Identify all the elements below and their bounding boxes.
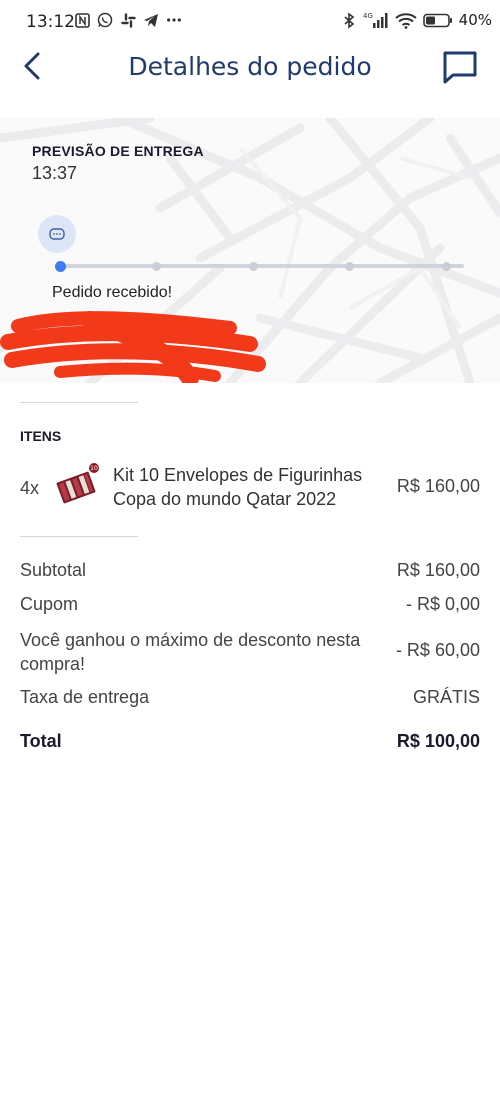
system-icons: 4G 40%	[341, 11, 492, 29]
discount-value: - R$ 60,00	[395, 640, 480, 660]
order-item: 4x 10 Kit 10 Envelopes de Figurinhas Cop…	[0, 458, 500, 518]
whatsapp-icon	[97, 12, 113, 28]
app-header: Detalhes do pedido	[0, 42, 500, 94]
svg-text:10: 10	[90, 465, 98, 472]
status-time: 13:12	[26, 12, 75, 32]
chat-bubble-icon	[443, 51, 477, 84]
subtotal-label: Subtotal	[20, 560, 87, 580]
bluetooth-icon	[341, 11, 357, 29]
progress-step-dot	[152, 262, 161, 271]
wifi-icon	[394, 12, 417, 29]
progress-step-dot	[345, 262, 354, 271]
subtotal-row: Subtotal R$ 160,00	[20, 560, 480, 584]
item-name: Kit 10 Envelopes de Figurinhas Copa do m…	[113, 465, 363, 509]
total-row: Total R$ 100,00	[20, 731, 480, 757]
slack-icon	[120, 12, 136, 28]
more-dots-icon	[166, 12, 182, 28]
items-section-title: ITENS	[20, 428, 62, 444]
progress-track	[58, 264, 464, 268]
total-label: Total	[20, 731, 62, 751]
page-title: Detalhes do pedido	[128, 52, 372, 81]
redaction-scribble	[0, 311, 266, 383]
delivery-fee-row: Taxa de entrega GRÁTIS	[20, 687, 480, 711]
item-quantity: 4x	[20, 478, 40, 498]
divider	[20, 536, 138, 537]
delivery-fee-value: GRÁTIS	[412, 687, 480, 707]
delivery-fee-label: Taxa de entrega	[20, 687, 150, 707]
discount-label: Você ganhou o máximo de desconto nesta c…	[20, 630, 361, 674]
message-dots-icon	[49, 228, 65, 240]
delivery-tracking-map: PREVISÃO DE ENTREGA 13:37 Pedido recebid…	[0, 118, 500, 383]
battery-level: 40%	[458, 11, 492, 29]
eta-time: 13:37	[32, 163, 78, 183]
coupon-label: Cupom	[20, 594, 79, 614]
total-value: R$ 100,00	[396, 731, 480, 751]
coupon-row: Cupom - R$ 0,00	[20, 594, 480, 618]
signal-4g-icon: 4G	[363, 12, 389, 28]
battery-icon	[422, 12, 453, 28]
network-type: 4G	[363, 12, 373, 20]
order-status: Pedido recebido!	[52, 284, 173, 301]
progress-step-dot	[441, 262, 451, 271]
eta-label: PREVISÃO DE ENTREGA	[32, 143, 204, 159]
nfc-icon	[74, 12, 90, 28]
telegram-icon	[143, 12, 159, 28]
discount-row: Você ganhou o máximo de desconto nesta c…	[20, 628, 480, 678]
product-thumbnail: 10	[56, 463, 99, 504]
chat-button[interactable]	[440, 48, 480, 88]
subtotal-value: R$ 160,00	[396, 560, 480, 580]
divider	[20, 402, 138, 403]
coupon-value: - R$ 0,00	[405, 594, 480, 614]
item-price: R$ 160,00	[396, 476, 480, 496]
status-bar: 13:12 4G 40%	[0, 0, 500, 42]
progress-step-dot	[248, 262, 258, 271]
notification-icons	[74, 12, 182, 28]
progress-step-dot	[54, 261, 66, 272]
order-step-bubble	[38, 215, 76, 253]
